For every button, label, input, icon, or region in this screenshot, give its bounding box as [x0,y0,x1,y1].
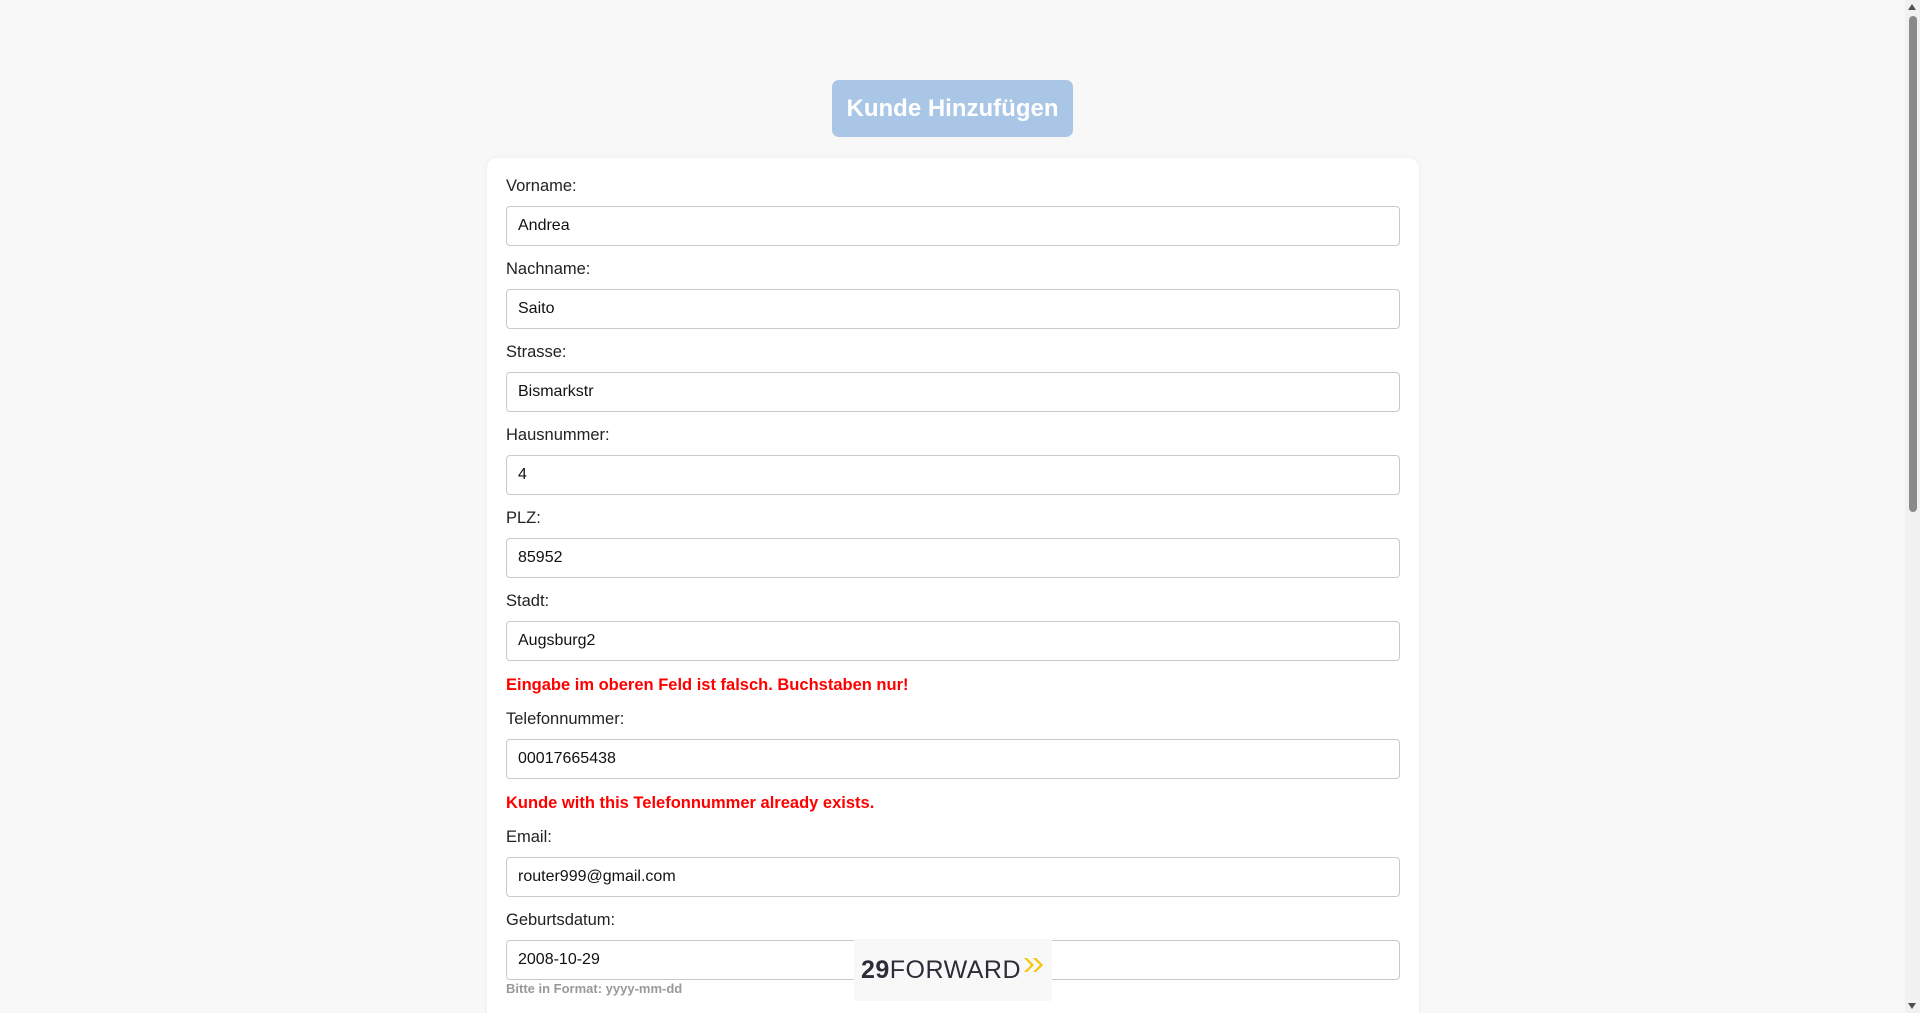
vertical-scrollbar[interactable] [1905,0,1920,1013]
geburtsdatum-label: Geburtsdatum: [506,911,616,929]
logo-number: 29 [860,955,890,984]
logo-word: FORWARD [889,955,1022,984]
nachname-label: Nachname: [506,260,591,278]
vorname-input[interactable] [506,206,1400,246]
telefonnummer-error-message: Kunde with this Telefonnummer already ex… [506,794,875,812]
strasse-input[interactable] [506,372,1400,412]
scroll-down-arrow-icon[interactable] [1908,1003,1916,1009]
email-input[interactable] [506,857,1400,897]
stadt-input[interactable] [506,621,1400,661]
plz-label: PLZ: [506,509,541,527]
email-label: Email: [506,828,552,846]
telefonnummer-input[interactable] [506,739,1400,779]
nachname-input[interactable] [506,289,1400,329]
double-chevron-right-icon [1023,957,1045,973]
stadt-error-message: Eingabe im oberen Feld ist falsch. Buchs… [506,676,909,694]
company-logo: 29 FORWARD [854,939,1052,1001]
stadt-label: Stadt: [506,592,550,610]
plz-input[interactable] [506,538,1400,578]
scrollbar-thumb[interactable] [1909,16,1917,512]
geburtsdatum-format-hint: Bitte in Format: yyyy-mm-dd [506,981,683,996]
hausnummer-label: Hausnummer: [506,426,610,444]
scroll-up-arrow-icon[interactable] [1908,4,1916,10]
page-title-button[interactable]: Kunde Hinzufügen [832,80,1073,137]
strasse-label: Strasse: [506,343,567,361]
hausnummer-input[interactable] [506,455,1400,495]
telefonnummer-label: Telefonnummer: [506,710,625,728]
page: Kunde Hinzufügen Vorname: Nachname: Stra… [0,0,1920,1013]
vorname-label: Vorname: [506,177,577,195]
